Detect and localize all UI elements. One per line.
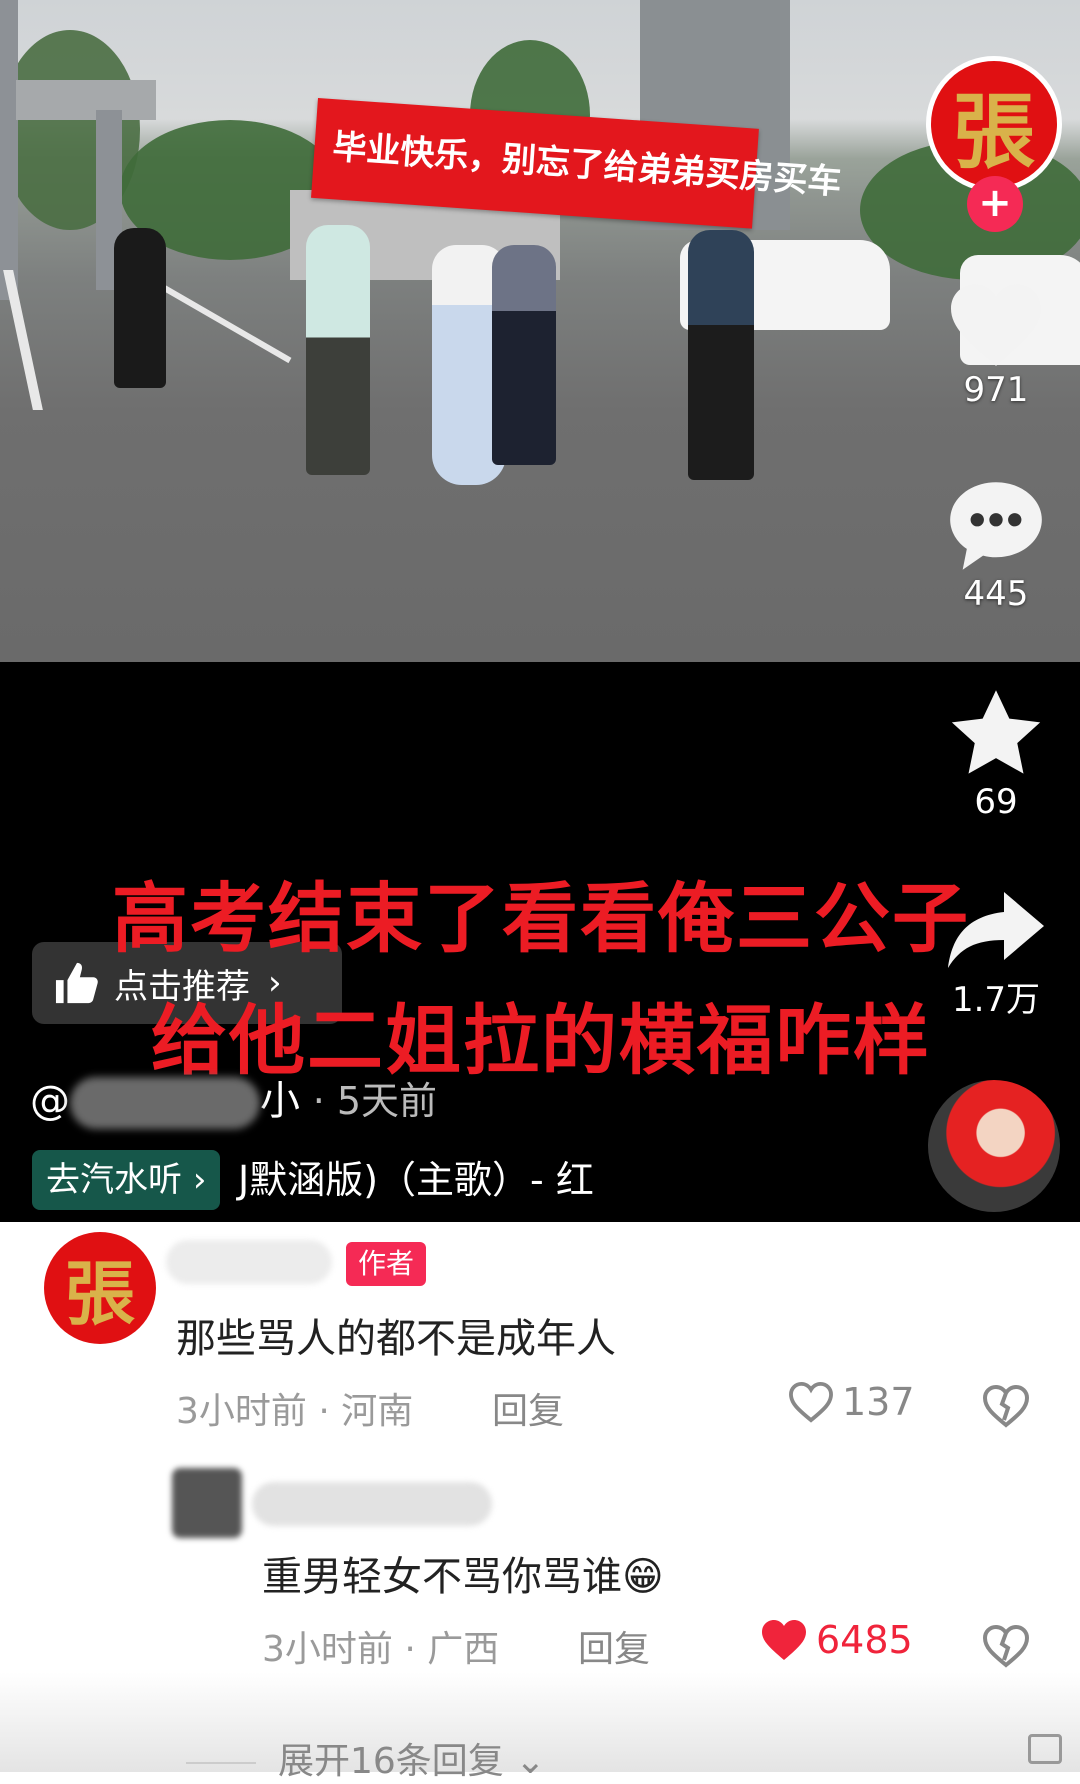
expand-replies-label: 展开16条回复 bbox=[278, 1741, 504, 1782]
author-avatar[interactable]: 張 bbox=[926, 56, 1062, 192]
video-player[interactable]: 毕业快乐，别忘了给弟弟买房买车 張 + 971 445 69 1.7万 点击推荐… bbox=[0, 0, 1080, 1222]
road-line bbox=[3, 270, 43, 410]
gate-pillar bbox=[0, 0, 18, 300]
comment-button[interactable]: 445 bbox=[936, 478, 1056, 614]
open-music-button[interactable]: 去汽水听 › bbox=[32, 1150, 221, 1210]
replier-name-blurred[interactable] bbox=[252, 1482, 492, 1526]
author-name-blurred bbox=[70, 1077, 260, 1129]
divider bbox=[186, 1762, 256, 1764]
author-at: @ bbox=[30, 1078, 70, 1124]
comment-section: 張 作者 那些骂人的都不是成年人 3小时前 · 河南 回复 137 重男轻女不骂… bbox=[0, 1222, 1080, 1782]
commenter-name-blurred[interactable] bbox=[166, 1240, 332, 1284]
commenter-avatar[interactable]: 張 bbox=[44, 1232, 156, 1344]
comment-location: · 河南 bbox=[318, 1391, 414, 1432]
dislike-icon[interactable] bbox=[982, 1382, 1030, 1430]
chevron-down-icon: ⌄ bbox=[515, 1741, 546, 1782]
road-line bbox=[158, 282, 292, 364]
star-icon bbox=[951, 690, 1041, 774]
comment-time: 3小时前 bbox=[176, 1391, 307, 1432]
person bbox=[114, 228, 166, 388]
reply-text: 重男轻女不骂你骂谁😁 bbox=[262, 1554, 664, 1600]
follow-button[interactable]: + bbox=[967, 176, 1023, 232]
post-time: · 5天前 bbox=[312, 1079, 438, 1123]
heart-icon bbox=[951, 284, 1041, 366]
heart-filled-icon bbox=[762, 1620, 806, 1660]
like-count: 971 bbox=[963, 370, 1029, 410]
comment-like-button[interactable]: 137 bbox=[788, 1380, 915, 1424]
comment-text: 那些骂人的都不是成年人 bbox=[176, 1316, 616, 1362]
reply-time: 3小时前 bbox=[262, 1629, 393, 1670]
comment-count: 445 bbox=[963, 574, 1029, 614]
favorite-count: 69 bbox=[974, 782, 1018, 822]
video-frame: 毕业快乐，别忘了给弟弟买房买车 bbox=[0, 0, 1080, 662]
author-line[interactable]: @ 小 · 5天前 bbox=[30, 1068, 437, 1129]
author-name-suffix: 小 bbox=[260, 1078, 300, 1124]
reply-meta: 3小时前 · 广西 bbox=[262, 1620, 499, 1672]
reply-like-count: 6485 bbox=[816, 1618, 913, 1662]
music-album-disc[interactable] bbox=[928, 1080, 1060, 1212]
person bbox=[306, 225, 370, 475]
reply-location: · 广西 bbox=[404, 1629, 500, 1670]
favorite-button[interactable]: 69 bbox=[936, 686, 1056, 822]
gate-roof bbox=[16, 80, 156, 120]
thumbs-up-icon bbox=[55, 962, 98, 1004]
open-music-label: 去汽水听 bbox=[46, 1160, 182, 1200]
expand-replies-button[interactable]: 展开16条回复 ⌄ bbox=[186, 1732, 545, 1784]
reply-button[interactable]: 回复 bbox=[492, 1382, 564, 1434]
music-title[interactable]: J默涵版)（主歌）- 红 bbox=[238, 1150, 594, 1210]
caption-icon bbox=[1028, 1734, 1062, 1764]
heart-outline-icon bbox=[789, 1381, 833, 1423]
person bbox=[492, 245, 556, 465]
comment-like-count: 137 bbox=[842, 1380, 915, 1424]
replier-avatar[interactable] bbox=[172, 1468, 242, 1538]
video-caption: 高考结束了看看俺三公子给他二姐拉的横福咋样 bbox=[112, 874, 970, 1085]
like-button[interactable]: 971 bbox=[936, 280, 1056, 410]
reply-button[interactable]: 回复 bbox=[578, 1620, 650, 1672]
author-badge: 作者 bbox=[346, 1242, 427, 1286]
dislike-icon[interactable] bbox=[982, 1622, 1030, 1670]
comment-icon bbox=[950, 482, 1042, 570]
chevron-right-icon: › bbox=[192, 1160, 207, 1200]
person bbox=[688, 230, 754, 480]
comment-meta: 3小时前 · 河南 bbox=[176, 1382, 413, 1434]
reply-like-button[interactable]: 6485 bbox=[760, 1618, 913, 1662]
